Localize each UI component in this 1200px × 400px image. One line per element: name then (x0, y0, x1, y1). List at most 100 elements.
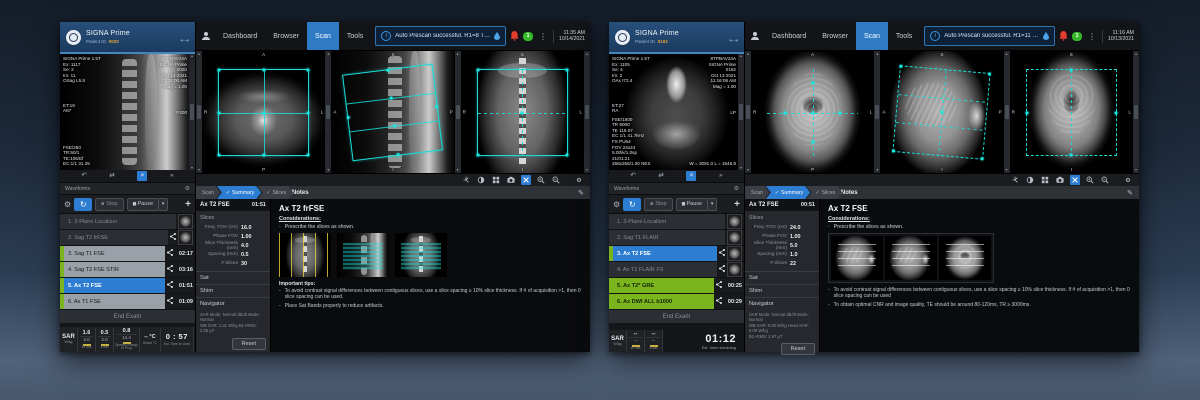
roi-handle[interactable] (262, 153, 265, 156)
protocol-step-row[interactable]: 1. 3-Plane Localizer (609, 214, 744, 229)
scroll-down-icon[interactable]: ▼ (456, 168, 459, 172)
roi-handle[interactable] (218, 69, 221, 72)
protocol-step-row[interactable]: 5. Ax T2 FSE01:51 (60, 278, 195, 293)
scroll-down-icon[interactable]: ▼ (746, 168, 749, 172)
protocol-step-row[interactable]: 3. Ax T2 FSE (609, 246, 744, 261)
mri-viewport[interactable]: SIRL (461, 51, 584, 173)
bottom-tab-summary[interactable]: ✓Summary (217, 186, 261, 199)
roi-handle[interactable] (307, 111, 310, 114)
overflow-menu-icon[interactable]: ⋮ (537, 32, 549, 41)
mri-viewport[interactable]: APRL (202, 51, 325, 173)
roi-handle[interactable] (811, 82, 814, 85)
end-exam-button[interactable]: End Exam (60, 310, 195, 323)
step-thumbnail[interactable] (727, 214, 742, 229)
close-tool-icon[interactable]: × (137, 171, 147, 181)
scroll-up-icon[interactable]: ▲ (327, 52, 330, 56)
zoom-out-icon[interactable] (1100, 175, 1110, 185)
parameter-row[interactable]: Spacing (mm)1.0 (745, 250, 819, 259)
roi-handle[interactable] (565, 153, 568, 156)
scroll-down-icon[interactable]: ▼ (197, 168, 200, 172)
step-thumbnail[interactable] (727, 230, 742, 245)
reference-scrollbar[interactable]: ▲▼ (738, 54, 744, 170)
parameter-row[interactable]: Spacing (mm)0.5 (196, 250, 270, 259)
viewport-scrollbar[interactable]: ▲▼ (584, 51, 590, 173)
roi-handle[interactable] (784, 111, 787, 114)
bottom-tab-scan[interactable]: Scan (745, 186, 770, 199)
protocol-step-row[interactable]: 3. Sag T1 FSE02:17 (60, 246, 195, 261)
reset-button[interactable]: Reset (781, 343, 815, 355)
refresh-button[interactable]: ↻ (623, 198, 641, 211)
scroll-thumb[interactable] (1005, 105, 1009, 119)
zoom-in-icon[interactable] (1085, 175, 1095, 185)
roi-handle[interactable] (386, 69, 389, 72)
protocol-step-row[interactable]: 6. Ax T1 FSE01:09 (60, 294, 195, 309)
tab-tools[interactable]: Tools (888, 22, 920, 50)
section-navigator[interactable]: Navigator (196, 297, 270, 310)
roi-handle[interactable] (476, 69, 479, 72)
transfer-icon[interactable]: ⇤⇥ (730, 38, 738, 44)
adjust-icon[interactable] (461, 175, 471, 185)
waveforms-section[interactable]: Waveforms ⚙ (60, 182, 195, 194)
protocol-step-row[interactable]: 5. Ax T2* GRE00:25 (609, 278, 744, 293)
roi-handle[interactable] (839, 111, 842, 114)
waveforms-settings-icon[interactable]: ⚙ (185, 185, 190, 192)
pan-icon[interactable]: ⇄ (109, 171, 114, 181)
stop-button[interactable]: ■Stop (644, 198, 672, 211)
roi-handle[interactable] (262, 111, 265, 114)
waveforms-settings-icon[interactable]: ⚙ (734, 185, 739, 192)
scroll-thumb[interactable] (326, 105, 330, 119)
reset-button[interactable]: Reset (232, 338, 266, 350)
add-step-icon[interactable]: + (185, 199, 191, 210)
roi-handle[interactable] (565, 69, 568, 72)
roi-handle[interactable] (940, 111, 943, 114)
roi-handle[interactable] (393, 124, 396, 127)
prescription-roi[interactable] (218, 69, 309, 156)
mri-viewport[interactable]: SIRL (1010, 51, 1133, 173)
camera-icon[interactable] (506, 175, 516, 185)
step-thumbnail[interactable] (727, 246, 742, 261)
scroll-up-icon[interactable]: ▲ (197, 52, 200, 56)
zoom-in-icon[interactable] (536, 175, 546, 185)
protocol-settings-icon[interactable]: ⚙ (64, 200, 71, 209)
contrast-icon[interactable] (1025, 175, 1035, 185)
mri-viewport[interactable]: SIAP (880, 51, 1003, 173)
scroll-up-icon[interactable]: ▲ (746, 52, 749, 56)
roi-handle[interactable] (1025, 111, 1028, 114)
scroll-up-icon[interactable]: ▲ (1134, 52, 1137, 56)
parameter-row[interactable]: Freq. FOV (cm)24.0 (745, 223, 819, 232)
bottom-tab-slices[interactable]: ✓Slices (806, 186, 842, 199)
roi-handle[interactable] (262, 69, 265, 72)
parameter-row[interactable]: Freq. FOV (cm)16.0 (196, 223, 270, 232)
pause-button[interactable]: ▮▮Pause (676, 198, 709, 211)
scroll-up-icon[interactable]: ▲ (456, 52, 459, 56)
tab-dashboard[interactable]: Dashboard (764, 22, 814, 50)
parameter-row[interactable]: # Slices30 (196, 259, 270, 268)
protocol-step-row[interactable]: 6. Ax DWI ALL b100000:29 (609, 294, 744, 309)
prescription-roi[interactable] (1026, 69, 1117, 156)
roi-handle[interactable] (218, 153, 221, 156)
stop-button[interactable]: ■Stop (95, 198, 123, 211)
refresh-button[interactable]: ↻ (74, 198, 92, 211)
scroll-down-icon[interactable]: ▼ (327, 168, 330, 172)
more-tools-icon[interactable]: » (719, 171, 723, 181)
pause-dropdown[interactable]: ▾ (708, 198, 717, 211)
tab-scan[interactable]: Scan (856, 22, 888, 50)
user-icon[interactable] (201, 31, 211, 41)
section-shim[interactable]: Shim (745, 284, 819, 297)
pan-icon[interactable]: ⇄ (658, 171, 663, 181)
more-tools-icon[interactable]: » (170, 171, 174, 181)
step-thumbnail[interactable] (178, 230, 193, 245)
roi-handle[interactable] (1070, 69, 1073, 72)
close-icon[interactable] (521, 175, 531, 185)
section-shim[interactable]: Shim (196, 284, 270, 297)
section-navigator[interactable]: Navigator (745, 297, 819, 310)
protocol-step-row[interactable]: 2. Sag T2 frFSE (60, 230, 195, 245)
section-sat[interactable]: Sat (196, 271, 270, 284)
step-thumbnail[interactable] (727, 262, 742, 277)
user-icon[interactable] (750, 31, 760, 41)
roi-handle[interactable] (900, 65, 903, 68)
prescription-roi[interactable] (893, 65, 991, 159)
roi-handle[interactable] (476, 153, 479, 156)
close-icon[interactable] (1070, 175, 1080, 185)
tab-tools[interactable]: Tools (339, 22, 371, 50)
